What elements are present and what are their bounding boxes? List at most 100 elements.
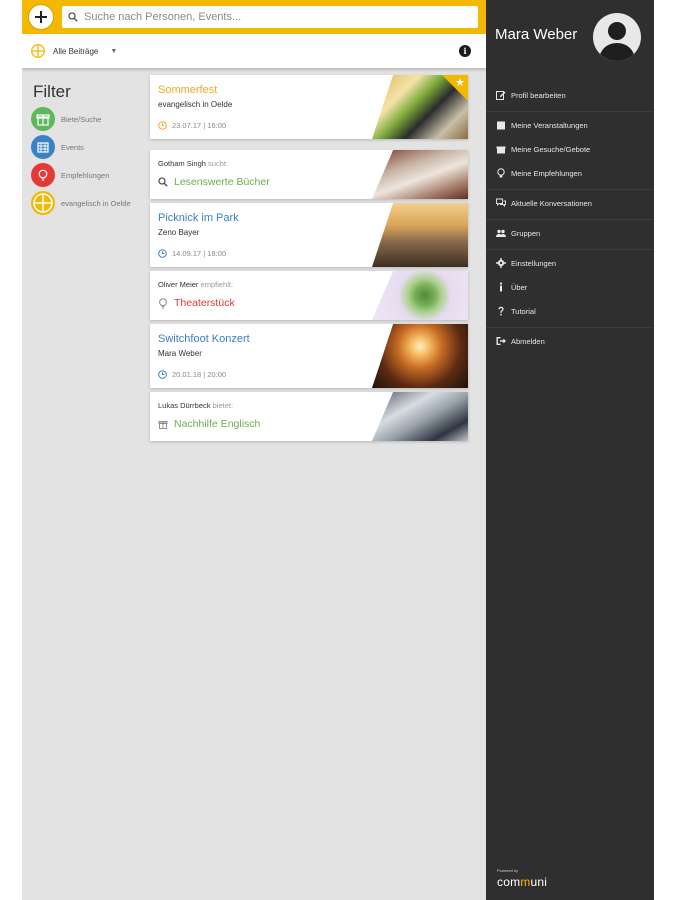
card-image-succulent	[372, 271, 468, 320]
menu-item-label: Gruppen	[511, 228, 541, 238]
add-button[interactable]	[28, 4, 54, 30]
feed-card-theaterstueck[interactable]: Oliver Meier empfiehlt: Theaterstück	[150, 271, 468, 320]
filter-bar: Alle Beiträge ▼ i	[22, 34, 486, 68]
filter-item-biete-suche[interactable]: Biete/Suche	[31, 107, 101, 131]
card-verb: empfiehlt:	[200, 280, 234, 289]
filter-item-label: Events	[61, 142, 84, 152]
search-input[interactable]	[84, 11, 478, 23]
menu-item-label: Meine Veranstaltungen	[511, 120, 588, 130]
lightbulb-icon	[497, 168, 505, 178]
card-date-text: 23.07.17 | 16:00	[172, 121, 227, 130]
card-subtitle: Mara Weber	[158, 349, 202, 358]
info-icon[interactable]: i	[459, 45, 471, 57]
filter-title: Filter	[33, 82, 71, 101]
brand-left: com	[497, 875, 521, 889]
menu-item-label: Profil bearbeiten	[511, 90, 566, 100]
avatar[interactable]	[593, 13, 641, 61]
clock-icon	[158, 249, 167, 258]
filter-item-label: Empfehlungen	[61, 170, 110, 180]
card-title: Picknick im Park	[158, 212, 239, 224]
cross-icon	[31, 191, 55, 215]
user-silhouette-icon	[599, 22, 635, 61]
filter-item-events[interactable]: Events	[31, 135, 84, 159]
brand-name: communi	[497, 875, 547, 889]
menu-item-konversationen[interactable]: Aktuelle Konversationen	[496, 198, 592, 208]
menu-item-tutorial[interactable]: Tutorial	[496, 306, 536, 316]
lightbulb-icon	[31, 163, 55, 187]
plus-icon	[35, 11, 47, 23]
card-date: 20.01.18 | 20:00	[158, 370, 226, 379]
card-offer: Theaterstück	[158, 297, 235, 309]
card-date: 14.09.17 | 18:00	[158, 249, 226, 258]
gift-icon	[158, 421, 168, 429]
menu-item-label: Meine Gesuche/Gebote	[511, 144, 591, 154]
card-offer: Lesenswerte Bücher	[158, 176, 270, 188]
card-offer: Nachhilfe Englisch	[158, 418, 260, 430]
search-icon	[68, 12, 78, 22]
cross-icon	[31, 44, 45, 58]
feed-card-lesenswerte-buecher[interactable]: Gotham Singh sucht: Lesenswerte Bücher	[150, 150, 468, 199]
edit-icon	[496, 91, 506, 100]
card-offer-text: Theaterstück	[174, 297, 235, 309]
powered-by-logo: Powered by communi	[497, 868, 547, 891]
menu-item-ueber[interactable]: Über	[496, 282, 527, 292]
group-icon	[496, 229, 506, 237]
feed-card-picknick[interactable]: Picknick im Park Zeno Bayer 14.09.17 | 1…	[150, 203, 468, 267]
divider	[486, 219, 654, 220]
card-title: Sommerfest	[158, 84, 218, 96]
filter-item-label: evangelisch in Oelde	[61, 198, 131, 208]
divider	[486, 327, 654, 328]
menu-item-einstellungen[interactable]: Einstellungen	[496, 258, 556, 268]
info-icon	[499, 282, 503, 292]
filter-dropdown-label[interactable]: Alle Beiträge	[53, 47, 98, 56]
card-subtitle: evangelisch in Oelde	[158, 100, 233, 109]
brand-m: m	[520, 875, 531, 889]
divider	[486, 111, 654, 112]
filter-item-gemeinde[interactable]: evangelisch in Oelde	[31, 191, 131, 215]
menu-item-gesuche[interactable]: Meine Gesuche/Gebote	[496, 144, 590, 154]
card-person: Lukas Dürrbeck	[158, 401, 211, 410]
menu-item-label: Über	[511, 282, 528, 292]
card-image-studying	[372, 392, 468, 441]
menu-item-label: Aktuelle Konversationen	[511, 198, 592, 208]
logout-icon	[496, 337, 506, 345]
brand-right: uni	[530, 875, 548, 889]
gift-icon	[496, 146, 506, 154]
card-date-text: 14.09.17 | 18:00	[172, 249, 227, 258]
search-box[interactable]	[62, 6, 478, 28]
menu-item-abmelden[interactable]: Abmelden	[496, 336, 545, 346]
card-date: 23.07.17 | 16:00	[158, 121, 226, 130]
card-author: Oliver Meier empfiehlt:	[158, 280, 233, 289]
card-verb: bietet:	[212, 401, 234, 410]
clock-icon	[158, 121, 167, 130]
question-icon	[498, 306, 504, 316]
menu-item-label: Meine Empfehlungen	[511, 168, 582, 178]
top-bar	[22, 0, 486, 34]
divider	[486, 189, 654, 190]
filter-item-empfehlungen[interactable]: Empfehlungen	[31, 163, 109, 187]
card-offer-text: Nachhilfe Englisch	[174, 418, 261, 430]
calendar-icon	[497, 121, 505, 130]
feed-card-switchfoot-konzert[interactable]: Switchfoot Konzert Mara Weber 20.01.18 |…	[150, 324, 468, 388]
side-drawer: Mara Weber Profil bearbeiten Meine Veran…	[486, 0, 654, 900]
lightbulb-icon	[159, 297, 167, 308]
card-subtitle: Zeno Bayer	[158, 228, 200, 237]
menu-item-profil[interactable]: Profil bearbeiten	[496, 90, 566, 100]
menu-item-label: Einstellungen	[511, 258, 557, 268]
menu-item-empfehlungen[interactable]: Meine Empfehlungen	[496, 168, 582, 178]
card-verb: sucht:	[208, 159, 229, 168]
star-icon[interactable]: ★	[455, 76, 465, 89]
menu-item-veranstaltungen[interactable]: Meine Veranstaltungen	[496, 120, 588, 130]
user-name[interactable]: Mara Weber	[495, 26, 577, 43]
feed-card-sommerfest[interactable]: Sommerfest evangelisch in Oelde 23.07.17…	[150, 75, 468, 139]
chevron-down-icon[interactable]: ▼	[110, 48, 117, 55]
card-image-concert	[372, 324, 468, 388]
feed-card-nachhilfe-englisch[interactable]: Lukas Dürrbeck bietet: Nachhilfe Englisc…	[150, 392, 468, 441]
card-date-text: 20.01.18 | 20:00	[172, 370, 227, 379]
menu-item-label: Abmelden	[511, 336, 545, 346]
card-image-park	[372, 203, 468, 267]
card-offer-text: Lesenswerte Bücher	[174, 176, 270, 188]
menu-item-gruppen[interactable]: Gruppen	[496, 228, 540, 238]
card-person: Oliver Meier	[158, 280, 199, 289]
card-person: Gotham Singh	[158, 159, 206, 168]
